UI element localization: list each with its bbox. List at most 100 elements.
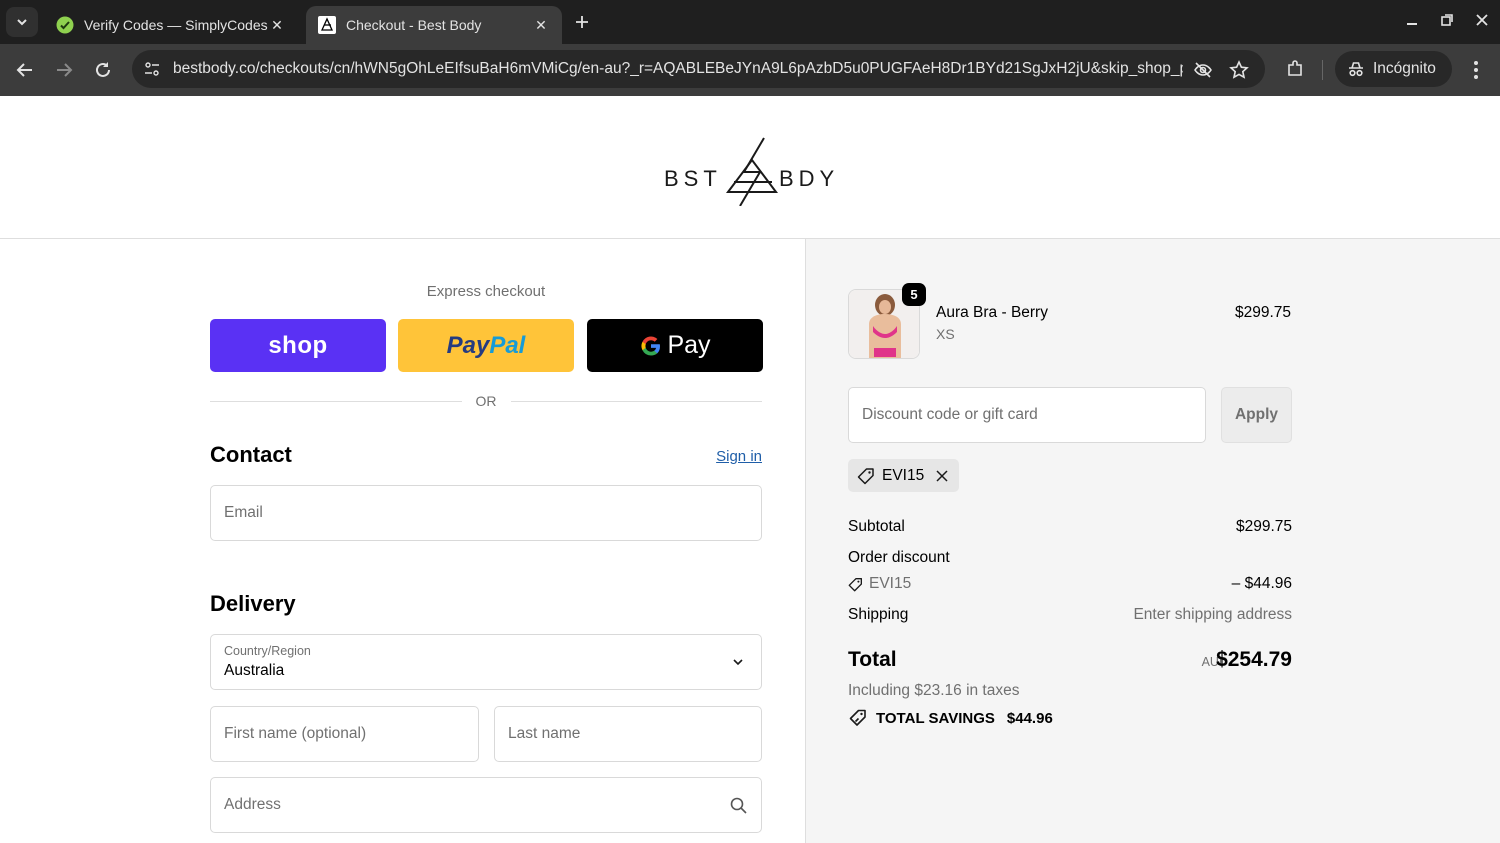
discount-code-input[interactable]: Discount code or gift card — [848, 387, 1206, 443]
checkout-main: Express checkout shop PayPal Pay OR Cont… — [0, 239, 805, 843]
browser-tab-bar: Verify Codes — SimplyCodes ✕ Checkout - … — [0, 0, 1500, 44]
toolbar-divider — [1322, 60, 1323, 80]
quantity-badge: 5 — [902, 283, 926, 306]
country-select[interactable]: Country/Region Australia — [210, 634, 762, 690]
address-field[interactable]: Address — [210, 777, 762, 833]
paypal-button[interactable]: PayPal — [398, 319, 574, 372]
new-tab-button[interactable] — [570, 10, 594, 34]
tab-title: Checkout - Best Body — [346, 17, 482, 33]
bestbody-logo[interactable]: BST BDY — [664, 136, 844, 207]
order-discount-label: Order discount — [848, 549, 950, 566]
restore-button[interactable] — [1433, 8, 1461, 32]
email-field[interactable]: Email — [210, 485, 762, 541]
close-window-button[interactable] — [1468, 8, 1496, 32]
chevron-down-icon — [729, 653, 747, 671]
close-icon — [1476, 14, 1488, 26]
arrow-left-icon — [16, 63, 32, 77]
applied-code: EVI15 — [882, 466, 925, 484]
total-label: Total — [848, 648, 897, 671]
discount-value: – $44.96 — [1231, 575, 1292, 592]
minimize-icon — [1407, 23, 1417, 25]
savings-label: TOTAL SAVINGS — [876, 709, 995, 727]
email-placeholder: Email — [224, 504, 263, 521]
site-settings-icon[interactable] — [140, 57, 164, 81]
shop-pay-label: shop — [268, 331, 328, 359]
product-price: $299.75 — [1234, 304, 1291, 321]
browser-toolbar: bestbody.co/checkouts/cn/hWN5gOhLeEIfsuB… — [0, 44, 1500, 96]
close-icon[interactable]: ✕ — [268, 16, 286, 34]
close-icon[interactable]: ✕ — [532, 16, 550, 34]
savings-value: $44.96 — [1006, 709, 1053, 727]
simplycodes-icon — [56, 16, 74, 34]
arrow-right-icon — [57, 63, 73, 77]
more-vert-icon — [1474, 61, 1478, 79]
restore-icon — [1441, 14, 1453, 26]
eye-off-icon[interactable] — [1192, 59, 1214, 81]
google-pay-button[interactable]: Pay — [587, 319, 763, 372]
product-variant: XS — [936, 326, 955, 342]
subtotal-value: $299.75 — [1235, 518, 1292, 535]
logo-left-text: BST — [664, 166, 722, 191]
discount-code-label: EVI15 — [869, 575, 912, 592]
shipping-value: Enter shipping address — [1133, 606, 1292, 623]
or-divider: OR — [210, 391, 762, 411]
star-icon[interactable] — [1228, 59, 1250, 81]
express-checkout-label: Express checkout — [426, 283, 546, 300]
delivery-heading: Delivery — [210, 591, 296, 616]
address-placeholder: Address — [224, 796, 281, 813]
tab-checkout[interactable]: Checkout - Best Body ✕ — [306, 6, 562, 44]
incognito-icon — [1349, 62, 1363, 77]
discount-code-row: EVI15 — [848, 575, 911, 593]
url-text[interactable]: bestbody.co/checkouts/cn/hWN5gOhLeEIfsuB… — [173, 60, 1183, 78]
google-pay-label: Pay — [667, 331, 711, 359]
applied-discount-chip: EVI15 — [848, 459, 959, 492]
search-icon — [729, 796, 747, 814]
or-label: OR — [475, 393, 497, 409]
chevron-down-icon — [17, 19, 27, 26]
extensions-button[interactable] — [1282, 56, 1308, 82]
first-name-placeholder: First name (optional) — [224, 725, 367, 742]
order-summary: 5 Aura Bra - Berry XS $299.75 Discount c… — [805, 239, 1500, 843]
shipping-label: Shipping — [848, 606, 909, 623]
logo-right-text: BDY — [779, 166, 839, 191]
logo-mark — [726, 137, 778, 207]
contact-heading: Contact — [210, 442, 292, 467]
paypal-label-b: Pal — [489, 331, 526, 359]
back-button[interactable] — [11, 56, 39, 84]
address-bar[interactable]: bestbody.co/checkouts/cn/hWN5gOhLeEIfsuB… — [132, 50, 1265, 88]
remove-discount-icon[interactable] — [936, 469, 948, 482]
reload-icon — [96, 62, 110, 77]
browser-menu-button[interactable] — [1464, 56, 1488, 84]
tab-simplycodes[interactable]: Verify Codes — SimplyCodes ✕ — [44, 6, 298, 44]
tab-title: Verify Codes — SimplyCodes — [84, 17, 268, 33]
total-savings: TOTAL SAVINGS $44.96 — [848, 709, 1053, 727]
product-name: Aura Bra - Berry — [936, 304, 1048, 321]
paypal-label-a: Pay — [446, 331, 490, 359]
puzzle-icon — [1288, 60, 1302, 76]
incognito-label: Incógnito — [1373, 60, 1436, 77]
plus-icon — [576, 16, 588, 28]
total-value: $254.79 — [1216, 648, 1292, 671]
paypal-logo: PayPal — [447, 332, 526, 360]
shop-pay-button[interactable]: shop — [210, 319, 386, 372]
bestbody-icon — [318, 16, 336, 34]
tag-icon — [848, 577, 862, 591]
forward-button[interactable] — [50, 56, 78, 84]
tax-line: Including $23.16 in taxes — [848, 682, 1020, 699]
last-name-field[interactable]: Last name — [494, 706, 762, 762]
first-name-field[interactable]: First name (optional) — [210, 706, 479, 762]
discount-placeholder: Discount code or gift card — [862, 406, 1038, 423]
google-g-icon — [641, 335, 661, 356]
subtotal-label: Subtotal — [848, 518, 905, 535]
reload-button[interactable] — [89, 56, 117, 84]
sign-in-link[interactable]: Sign in — [700, 448, 762, 465]
country-label: Country/Region — [224, 644, 311, 658]
last-name-placeholder: Last name — [508, 725, 581, 742]
page-header: BST BDY — [0, 96, 1500, 239]
country-value: Australia — [224, 662, 285, 679]
savings-tag-icon — [848, 709, 868, 727]
tab-search-button[interactable] — [6, 7, 38, 37]
apply-button[interactable]: Apply — [1221, 387, 1292, 443]
incognito-indicator[interactable]: Incógnito — [1335, 51, 1452, 87]
minimize-button[interactable] — [1398, 8, 1426, 32]
